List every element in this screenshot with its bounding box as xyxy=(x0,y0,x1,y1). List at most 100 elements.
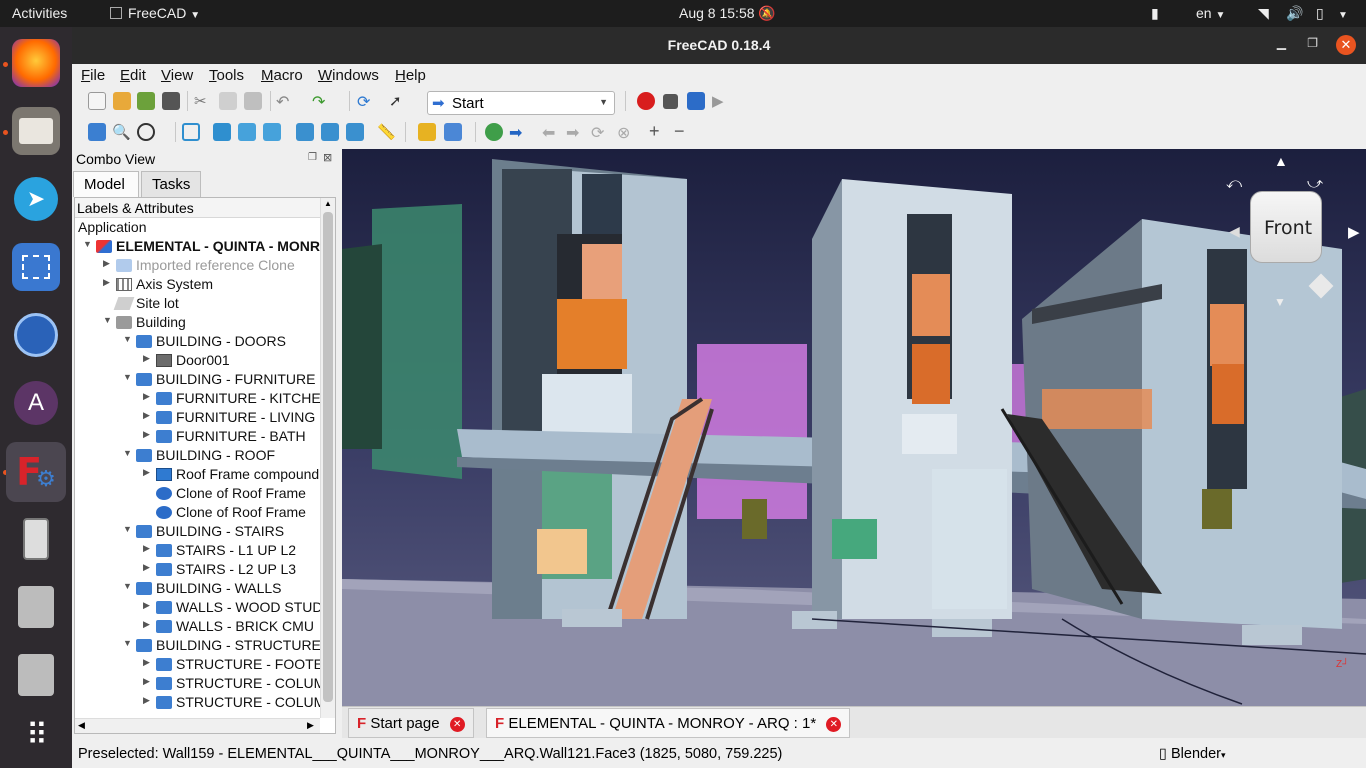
maximize-button[interactable]: ❐ xyxy=(1307,36,1318,50)
isometric-view-icon[interactable] xyxy=(182,123,200,141)
expand-arrow-icon[interactable]: ▶ xyxy=(143,657,150,668)
measure-distance-icon[interactable]: 📏 xyxy=(377,123,396,141)
stop-icon[interactable]: ⊗ xyxy=(617,123,635,142)
tree-row[interactable]: ▶ FURNITURE - LIVING xyxy=(75,409,320,428)
create-group-icon[interactable] xyxy=(444,123,462,141)
tree-row[interactable]: ▶ Axis System xyxy=(75,276,320,295)
clipboard-icon[interactable]: ▮ xyxy=(1151,5,1159,22)
volume-icon[interactable]: 🔊 xyxy=(1286,5,1303,22)
app-menu[interactable]: FreeCAD ▼ xyxy=(110,5,200,21)
open-file-icon[interactable] xyxy=(113,92,131,110)
tree-row[interactable]: ▶ STRUCTURE - COLUMNS xyxy=(75,694,335,713)
fit-selection-icon[interactable]: 🔍 xyxy=(112,123,131,141)
expand-arrow-icon[interactable]: ▶ xyxy=(143,619,150,630)
scroll-left-icon[interactable]: ◀ xyxy=(78,720,85,731)
copy-icon[interactable] xyxy=(219,92,237,110)
bottom-view-icon[interactable] xyxy=(321,123,339,141)
zoom-out-icon[interactable]: − xyxy=(674,121,692,141)
collapse-arrow-icon[interactable]: ▼ xyxy=(103,315,112,325)
menu-edit[interactable]: Edit xyxy=(120,67,146,84)
reload-icon[interactable]: ⟳ xyxy=(591,123,609,142)
app-grid-icon[interactable]: ⠿ xyxy=(12,711,60,759)
tree-row[interactable]: ▼ BUILDING - STRUCTURE xyxy=(75,637,321,656)
collapse-arrow-icon[interactable]: ▼ xyxy=(123,448,132,458)
menu-windows[interactable]: Windows xyxy=(318,67,379,84)
print-icon[interactable] xyxy=(162,92,180,110)
zoom-in-icon[interactable]: + xyxy=(649,121,667,141)
phone-icon[interactable] xyxy=(12,515,60,563)
wifi-icon[interactable]: ◥ xyxy=(1258,5,1269,22)
float-panel-icon[interactable]: ❐ xyxy=(308,152,317,163)
stop-macro-icon[interactable] xyxy=(663,94,678,109)
navcube-rotate-right-icon[interactable]: ⤻ xyxy=(1307,175,1323,192)
tab-tasks[interactable]: Tasks xyxy=(141,171,201,197)
collapse-arrow-icon[interactable]: ▼ xyxy=(123,334,132,344)
expand-arrow-icon[interactable]: ▶ xyxy=(143,410,150,421)
expand-arrow-icon[interactable]: ▶ xyxy=(143,467,150,478)
tree-row[interactable]: ▶ FURNITURE - BATH xyxy=(75,428,320,447)
scrollbar-thumb[interactable] xyxy=(323,212,333,702)
front-view-icon[interactable] xyxy=(213,123,231,141)
close-tab-icon[interactable]: ✕ xyxy=(826,716,842,732)
language-selector[interactable]: en ▼ xyxy=(1196,5,1225,21)
tree-row[interactable]: ▶ STAIRS - L2 UP L3 xyxy=(75,561,320,580)
disc-icon[interactable] xyxy=(12,583,60,631)
app-center-icon[interactable]: A xyxy=(12,379,60,427)
battery-icon[interactable]: ▯ xyxy=(1316,5,1324,22)
menu-tools[interactable]: Tools xyxy=(209,67,244,84)
tree-row[interactable]: ▼ BUILDING - FURNITURE xyxy=(75,371,320,390)
tree-row[interactable]: Clone of Roof Frame xyxy=(75,485,320,504)
redo-icon[interactable]: ↷ xyxy=(312,92,330,111)
tree-row[interactable]: ▶ FURNITURE - KITCHEN xyxy=(75,390,331,409)
right-view-icon[interactable] xyxy=(263,123,281,141)
activities-button[interactable]: Activities xyxy=(12,5,67,21)
cut-icon[interactable]: ✂ xyxy=(194,92,212,110)
expand-arrow-icon[interactable]: ▶ xyxy=(143,600,150,611)
navcube-down-arrow-icon[interactable]: ▼ xyxy=(1274,295,1286,309)
workbench-selector[interactable]: ➡ Start ▼ xyxy=(427,91,615,115)
expand-arrow-icon[interactable]: ▶ xyxy=(143,562,150,573)
save-icon[interactable] xyxy=(137,92,155,110)
screenshot-icon[interactable] xyxy=(12,243,60,291)
navigation-style-selector[interactable]: ▯ Blender▾ xyxy=(1159,746,1226,762)
firefox-icon[interactable] xyxy=(12,39,60,87)
web-globe-icon[interactable] xyxy=(485,123,503,141)
tab-elemental-document[interactable]: F ELEMENTAL - QUINTA - MONROY - ARQ : 1*… xyxy=(486,708,851,738)
paste-icon[interactable] xyxy=(244,92,262,110)
telegram-icon[interactable]: ➤ xyxy=(12,175,60,223)
tree-row[interactable]: ▶ Roof Frame compound xyxy=(75,466,320,485)
system-menu[interactable]: ▼ xyxy=(1338,5,1348,21)
fit-all-icon[interactable] xyxy=(88,123,106,141)
tree-row[interactable]: ▶ STRUCTURE - FOOTERS xyxy=(75,656,335,675)
expand-arrow-icon[interactable]: ▶ xyxy=(143,353,150,364)
files-icon[interactable] xyxy=(12,107,60,155)
tree-row[interactable]: ▶ Door001 xyxy=(75,352,320,371)
execute-macro-icon[interactable]: ▶ xyxy=(712,92,730,110)
3d-viewport[interactable]: Front ▲ ⤺ ⤻ ◀ ▶ ▼ Z┘ xyxy=(342,149,1366,706)
macros-icon[interactable] xyxy=(687,92,705,110)
menu-macro[interactable]: Macro xyxy=(261,67,303,84)
expand-arrow-icon[interactable]: ▶ xyxy=(143,676,150,687)
draw-style-icon[interactable] xyxy=(137,123,155,141)
expand-arrow-icon[interactable]: ▶ xyxy=(143,391,150,402)
tree-row[interactable]: ▶ STRUCTURE - COLUMNS xyxy=(75,675,335,694)
navcube-rotate-left-icon[interactable]: ⤺ xyxy=(1226,175,1242,192)
tab-start-page[interactable]: F Start page ✕ xyxy=(348,708,474,738)
navcube-left-arrow-icon[interactable]: ◀ xyxy=(1229,223,1240,240)
undo-icon[interactable]: ↶ xyxy=(276,92,294,111)
menu-file[interactable]: File xyxy=(81,67,105,84)
tree-row[interactable]: ▼ BUILDING - STAIRS xyxy=(75,523,320,542)
minimize-button[interactable]: ▁ xyxy=(1277,36,1286,50)
collapse-arrow-icon[interactable]: ▼ xyxy=(123,638,132,648)
left-view-icon[interactable] xyxy=(346,123,364,141)
back-icon[interactable]: ⬅ xyxy=(542,123,560,142)
scroll-right-icon[interactable]: ▶ xyxy=(307,720,314,731)
close-button[interactable]: ✕ xyxy=(1336,35,1356,55)
tree-row[interactable]: ▼ BUILDING - ROOF xyxy=(75,447,320,466)
close-tab-icon[interactable]: ✕ xyxy=(449,716,465,732)
scroll-up-icon[interactable]: ▲ xyxy=(324,199,332,208)
top-view-icon[interactable] xyxy=(238,123,256,141)
close-panel-icon[interactable]: ⊠ xyxy=(323,151,332,164)
create-part-icon[interactable] xyxy=(418,123,436,141)
tree-row[interactable]: ▶ WALLS - BRICK CMU xyxy=(75,618,320,637)
